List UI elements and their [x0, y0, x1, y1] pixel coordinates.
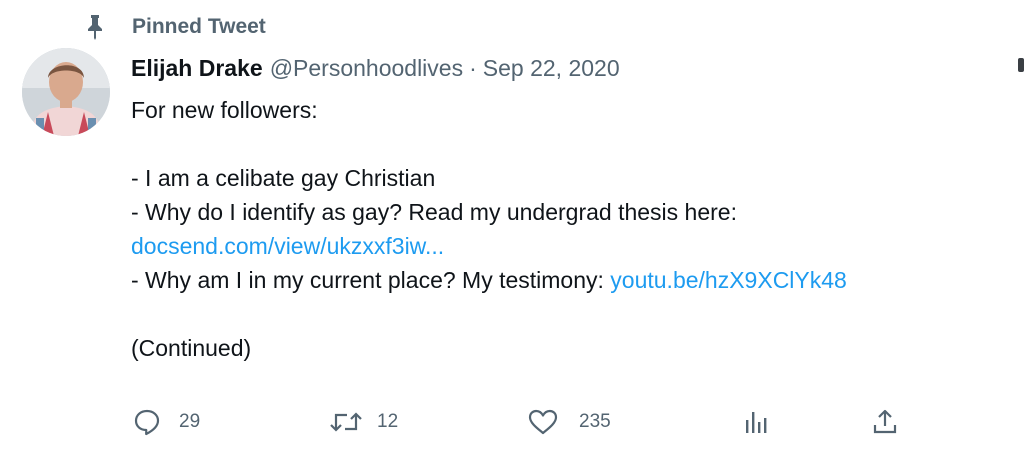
tweet[interactable]: Pinned Tweet Elijah Drake @Personhoodliv…: [0, 0, 1024, 476]
share-icon: [871, 408, 899, 436]
scrollbar-marker: [1018, 58, 1024, 72]
views-button[interactable]: [743, 402, 769, 442]
tweet-actions: 29 12 235: [131, 402, 921, 442]
analytics-icon: [743, 408, 769, 436]
pinned-indicator: Pinned Tweet: [84, 12, 266, 42]
like-count: 235: [579, 411, 611, 432]
tweet-line: For new followers:: [131, 97, 318, 123]
tweet-header: Elijah Drake @Personhoodlives · Sep 22, …: [131, 50, 620, 86]
testimony-text: - Why am I in my current place? My testi…: [131, 267, 611, 293]
testimony-link[interactable]: youtu.be/hzX9XClYk48: [610, 267, 847, 293]
heart-icon: [527, 408, 559, 436]
tweet-line: docsend.com/view/ukzxxf3iw...: [131, 229, 1011, 263]
avatar[interactable]: [22, 48, 110, 136]
reply-icon: [133, 408, 161, 436]
author-handle[interactable]: @Personhoodlives: [270, 55, 463, 82]
thesis-link[interactable]: docsend.com/view/ukzxxf3iw...: [131, 233, 444, 259]
retweet-icon: [329, 408, 363, 436]
tweet-date[interactable]: Sep 22, 2020: [483, 55, 620, 82]
tweet-line: - Why am I in my current place? My testi…: [131, 263, 1011, 297]
tweet-line: (Continued): [131, 335, 252, 361]
tweet-line: - I am a celibate gay Christian: [131, 165, 436, 191]
reply-count: 29: [179, 411, 201, 432]
pin-icon: [84, 14, 106, 40]
tweet-line: - Why do I identify as gay? Read my unde…: [131, 199, 737, 225]
tweet-text: For new followers: - I am a celibate gay…: [131, 93, 1011, 365]
reply-button[interactable]: 29: [133, 402, 200, 442]
share-button[interactable]: [871, 402, 899, 442]
author-name[interactable]: Elijah Drake: [131, 55, 263, 82]
retweet-count: 12: [377, 411, 399, 432]
header-separator: ·: [469, 54, 477, 81]
pinned-label: Pinned Tweet: [132, 15, 266, 38]
retweet-button[interactable]: 12: [329, 402, 398, 442]
like-button[interactable]: 235: [527, 402, 611, 442]
